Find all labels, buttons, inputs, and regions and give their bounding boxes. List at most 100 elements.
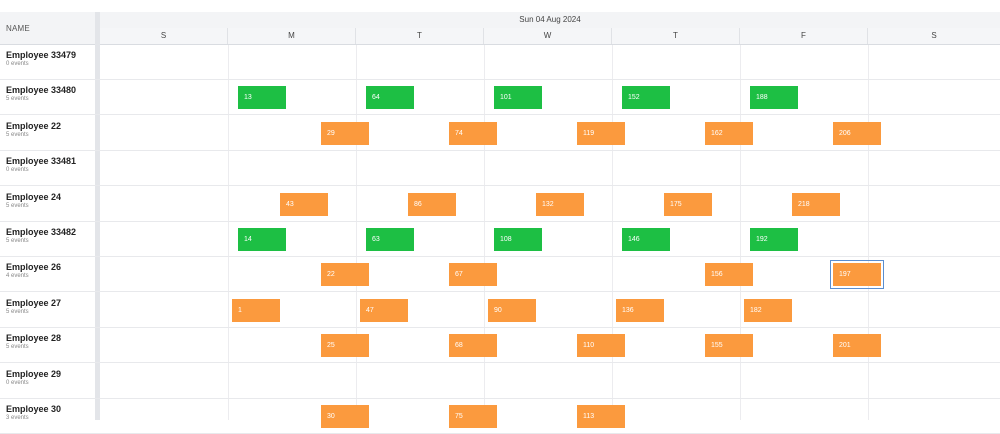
event-label: 68 <box>455 342 463 350</box>
event-bar[interactable]: 74 <box>449 121 497 145</box>
resource-name-cell[interactable]: Employee 22 5 events <box>6 121 94 138</box>
day-header-fri: F <box>740 28 868 44</box>
resource-row: Employee 33479 0 events <box>0 45 1000 80</box>
event-label: 90 <box>494 306 502 314</box>
event-label: 64 <box>372 94 380 102</box>
event-bar[interactable]: 13 <box>238 86 286 110</box>
event-bar[interactable]: 47 <box>360 298 408 322</box>
event-bar[interactable]: 218 <box>792 192 840 216</box>
name-column-header[interactable]: NAME <box>0 12 95 45</box>
resource-event-count: 0 events <box>6 379 29 386</box>
event-bar[interactable]: 188 <box>750 86 798 110</box>
event-label: 67 <box>455 271 463 279</box>
event-bar[interactable]: 67 <box>449 263 497 287</box>
event-label: 74 <box>455 129 463 137</box>
event-bar[interactable]: 132 <box>536 192 584 216</box>
resource-event-count: 5 events <box>6 238 29 244</box>
event-label: 175 <box>670 200 682 208</box>
event-label: 146 <box>628 236 640 243</box>
day-header-mon: M <box>228 28 356 44</box>
event-bar[interactable]: 108 <box>494 228 542 251</box>
resource-name-cell[interactable]: Employee 28 5 events <box>6 333 94 350</box>
resource-name-cell[interactable]: Employee 33480 5 events <box>6 85 94 102</box>
event-bar[interactable]: 113 <box>577 405 625 428</box>
resource-name: Employee 33482 <box>6 227 77 237</box>
event-bar[interactable]: 152 <box>622 86 670 110</box>
event-bar[interactable]: 43 <box>280 192 328 216</box>
date-label: Sun 04 Aug 2024 <box>519 15 581 24</box>
event-bar[interactable]: 101 <box>494 86 542 110</box>
resource-name: Employee 26 <box>6 262 62 273</box>
resource-row: Employee 22 5 events 29 74 119 162 206 <box>0 116 1000 151</box>
event-bar[interactable]: 192 <box>750 228 798 251</box>
resource-name-cell[interactable]: Employee 29 0 events <box>6 369 94 386</box>
day-header-row: S M T W T F S <box>100 28 1000 45</box>
resource-event-count: 5 events <box>6 96 29 103</box>
event-label: 162 <box>711 129 723 137</box>
resource-row: Employee 24 5 events 43 86 132 175 218 <box>0 187 1000 222</box>
resource-name: Employee 33480 <box>6 85 77 96</box>
event-label: 182 <box>750 306 762 314</box>
event-bar[interactable]: 162 <box>705 121 753 145</box>
event-bar[interactable]: 25 <box>321 334 369 358</box>
resource-event-count: 5 events <box>6 202 29 209</box>
event-label: 1 <box>238 306 242 314</box>
event-bar[interactable]: 1 <box>232 298 280 322</box>
event-label: 47 <box>366 306 374 314</box>
event-bar[interactable]: 175 <box>664 192 712 216</box>
resource-name-cell[interactable]: Employee 30 3 events <box>6 404 94 421</box>
event-bar[interactable]: 136 <box>616 298 664 322</box>
resource-name-cell[interactable]: Employee 27 5 events <box>6 298 94 315</box>
event-bar[interactable]: 182 <box>744 298 792 322</box>
event-label: 63 <box>372 236 380 243</box>
event-bar[interactable]: 75 <box>449 405 497 428</box>
resource-name-cell[interactable]: Employee 26 4 events <box>6 262 94 279</box>
event-label: 197 <box>839 271 851 279</box>
event-bar[interactable]: 201 <box>833 334 881 358</box>
event-bar[interactable]: 64 <box>366 86 414 110</box>
event-label: 101 <box>500 94 512 102</box>
day-header-tue: T <box>356 28 484 44</box>
resource-name-cell[interactable]: Employee 33481 0 events <box>6 156 94 173</box>
resource-name-cell[interactable]: Employee 33479 0 events <box>6 50 94 67</box>
day-header-wed: W <box>484 28 612 44</box>
event-label: 136 <box>622 306 634 314</box>
event-bar[interactable]: 14 <box>238 228 286 251</box>
resource-name: Employee 24 <box>6 191 62 202</box>
resource-row: Employee 33480 5 events 13 64 101 152 188 <box>0 80 1000 116</box>
event-label: 132 <box>542 200 554 208</box>
event-bar[interactable]: 90 <box>488 298 536 322</box>
event-label: 113 <box>583 413 595 420</box>
resource-name-cell[interactable]: Employee 33482 5 events <box>6 227 94 244</box>
event-bar[interactable]: 206 <box>833 121 881 145</box>
day-header-thu: T <box>612 28 740 44</box>
resource-name: Employee 30 <box>6 404 62 414</box>
event-bar[interactable]: 22 <box>321 263 369 287</box>
event-label: 192 <box>756 236 768 243</box>
event-bar[interactable]: 63 <box>366 228 414 251</box>
resource-row: Employee 33482 5 events 14 63 108 146 192 <box>0 222 1000 257</box>
resource-name: Employee 29 <box>6 368 62 379</box>
date-header: Sun 04 Aug 2024 <box>100 12 1000 29</box>
resource-name-cell[interactable]: Employee 24 5 events <box>6 192 94 209</box>
event-label: 201 <box>839 342 851 350</box>
resource-row: Employee 30 3 events 30 75 113 <box>0 399 1000 434</box>
event-label: 75 <box>455 413 463 420</box>
resource-event-count: 5 events <box>6 131 29 138</box>
event-bar[interactable]: 146 <box>622 228 670 251</box>
event-bar[interactable]: 110 <box>577 334 625 358</box>
event-bar[interactable]: 197 <box>830 260 884 290</box>
event-label: 218 <box>798 200 810 208</box>
event-bar[interactable]: 68 <box>449 334 497 358</box>
event-label: 43 <box>286 200 294 208</box>
event-bar[interactable]: 119 <box>577 121 625 145</box>
event-bar[interactable]: 156 <box>705 263 753 287</box>
event-bar[interactable]: 29 <box>321 121 369 145</box>
event-label: 22 <box>327 271 335 279</box>
event-label: 156 <box>711 271 723 279</box>
event-label: 30 <box>327 413 335 420</box>
event-bar[interactable]: 155 <box>705 334 753 358</box>
top-toolbar-strip <box>0 0 1000 12</box>
event-bar[interactable]: 86 <box>408 192 456 216</box>
event-bar[interactable]: 30 <box>321 405 369 428</box>
